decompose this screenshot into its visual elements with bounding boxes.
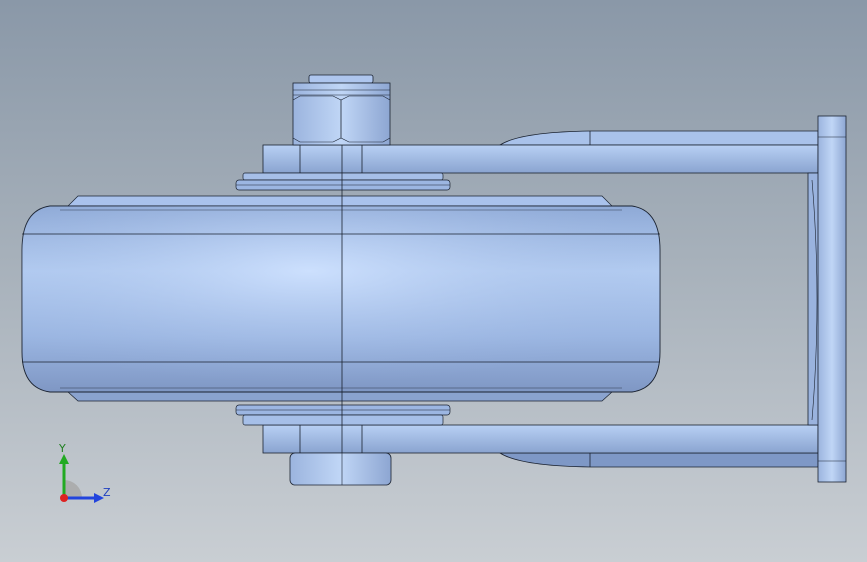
graphics-viewport[interactable]: Y Z bbox=[0, 0, 867, 562]
axis-z-label: Z bbox=[103, 486, 111, 499]
bearing-top[interactable] bbox=[235, 172, 451, 191]
axis-y-label: Y bbox=[59, 442, 66, 455]
wheel-tire[interactable] bbox=[21, 205, 661, 393]
caster-wheel-model[interactable] bbox=[0, 0, 867, 562]
bolt-head[interactable] bbox=[289, 452, 392, 486]
bearing-bottom[interactable] bbox=[235, 404, 451, 426]
hex-nut[interactable] bbox=[292, 74, 391, 146]
